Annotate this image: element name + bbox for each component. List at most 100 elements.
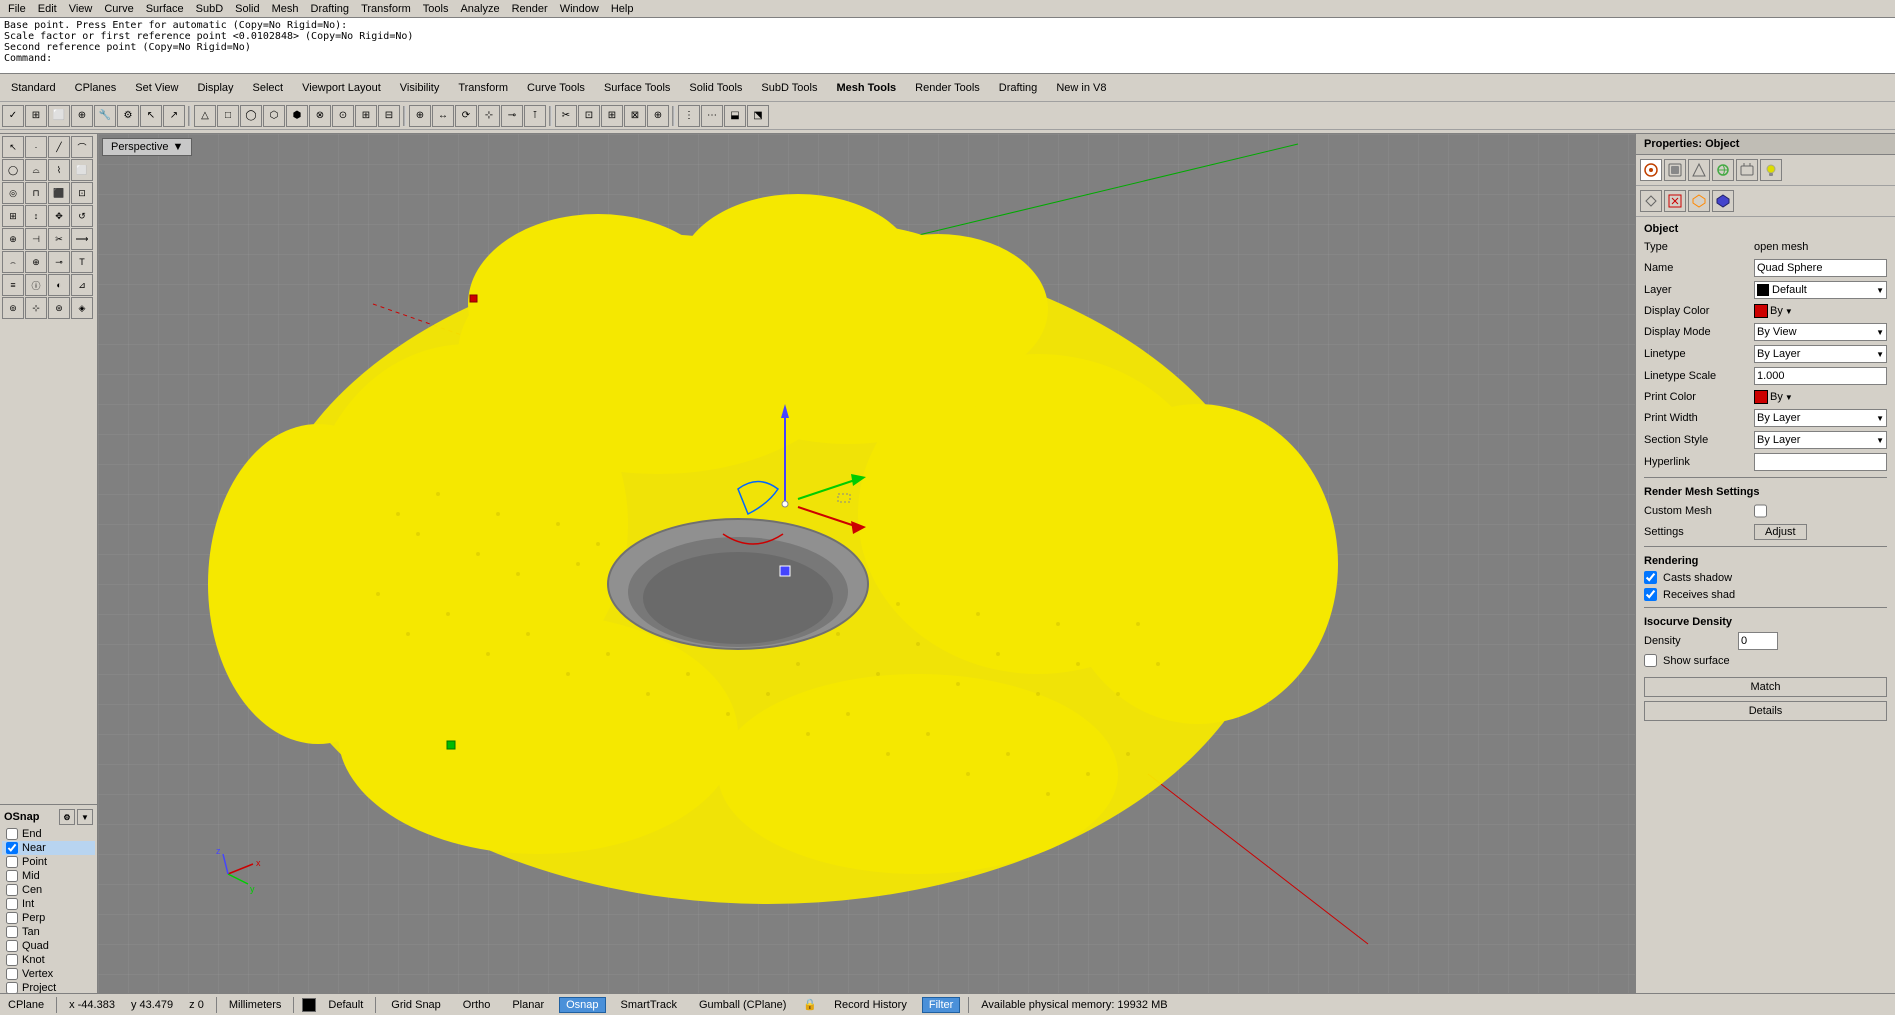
menu-subd[interactable]: SubD: [190, 3, 230, 15]
menu-solid[interactable]: Solid: [229, 3, 265, 15]
tab-transform[interactable]: Transform: [449, 79, 517, 97]
tool-circle[interactable]: ◯: [2, 159, 24, 181]
prop-icon-extra4[interactable]: [1712, 190, 1734, 212]
tab-rendertools[interactable]: Render Tools: [906, 79, 989, 97]
osnap-tan[interactable]: Tan: [2, 925, 95, 939]
toolbar-btn-12[interactable]: ⬢: [286, 105, 308, 127]
canvas-3d[interactable]: x y z: [98, 134, 1635, 1011]
tab-drafting[interactable]: Drafting: [990, 79, 1047, 97]
tool-arc[interactable]: ⌓: [25, 159, 47, 181]
toolbar-btn-10[interactable]: ◯: [240, 105, 262, 127]
toolbar-btn-27[interactable]: ⊕: [647, 105, 669, 127]
prop-linetype-scale-value[interactable]: 1.000: [1754, 367, 1887, 385]
menu-transform[interactable]: Transform: [355, 3, 417, 15]
menu-curve[interactable]: Curve: [98, 3, 139, 15]
osnap-end-check[interactable]: [6, 828, 18, 840]
tool-extrude[interactable]: ⊡: [71, 182, 93, 204]
toolbar-btn-31[interactable]: ⬔: [747, 105, 769, 127]
osnap-filter-btn[interactable]: ▼: [77, 809, 93, 825]
tool-extra2[interactable]: ⊛: [48, 297, 70, 319]
prop-hyperlink-value[interactable]: [1754, 453, 1887, 471]
tab-display[interactable]: Display: [188, 79, 242, 97]
osnap-knot[interactable]: Knot: [2, 953, 95, 967]
prop-icon-light[interactable]: [1760, 159, 1782, 181]
display-color-swatch[interactable]: [1754, 304, 1768, 318]
menu-view[interactable]: View: [63, 3, 99, 15]
toolbar-btn-15[interactable]: ⊞: [355, 105, 377, 127]
toolbar-btn-5[interactable]: ⚙: [117, 105, 139, 127]
tool-box[interactable]: ⬜: [71, 159, 93, 181]
osnap-int[interactable]: Int: [2, 897, 95, 911]
status-ortho[interactable]: Ortho: [456, 997, 498, 1013]
osnap-quad-check[interactable]: [6, 940, 18, 952]
tool-cylinder[interactable]: ⊓: [25, 182, 47, 204]
prop-icon-extra3[interactable]: [1688, 190, 1710, 212]
menu-help[interactable]: Help: [605, 3, 640, 15]
toolbar-btn-28[interactable]: ⋮: [678, 105, 700, 127]
toolbar-btn-30[interactable]: ⬓: [724, 105, 746, 127]
prop-name-value[interactable]: Quad Sphere: [1754, 259, 1887, 277]
print-color-swatch[interactable]: [1754, 390, 1768, 404]
toolbar-btn-18[interactable]: ↔: [432, 105, 454, 127]
print-color-dropdown[interactable]: ▼: [1785, 393, 1793, 402]
osnap-vertex-check[interactable]: [6, 968, 18, 980]
prop-print-color-value[interactable]: By ▼: [1754, 390, 1887, 404]
status-filter[interactable]: Filter: [922, 997, 960, 1013]
osnap-mid[interactable]: Mid: [2, 869, 95, 883]
prop-display-mode-value[interactable]: By View ▼: [1754, 323, 1887, 341]
show-surface-check[interactable]: [1644, 654, 1657, 667]
tab-standard[interactable]: Standard: [2, 79, 65, 97]
tab-setview[interactable]: Set View: [126, 79, 187, 97]
tool-scale[interactable]: ⊕: [2, 228, 24, 250]
prop-icon-material[interactable]: [1664, 159, 1686, 181]
toolbar-btn-2[interactable]: ⬜: [48, 105, 70, 127]
custom-mesh-check[interactable]: [1754, 502, 1767, 520]
osnap-cen[interactable]: Cen: [2, 883, 95, 897]
menu-render[interactable]: Render: [506, 3, 554, 15]
status-grid-snap[interactable]: Grid Snap: [384, 997, 448, 1013]
osnap-tan-check[interactable]: [6, 926, 18, 938]
toolbar-btn-16[interactable]: ⊟: [378, 105, 400, 127]
tool-line[interactable]: ╱: [48, 136, 70, 158]
tab-newinv8[interactable]: New in V8: [1047, 79, 1115, 97]
tab-select[interactable]: Select: [244, 79, 293, 97]
details-button[interactable]: Details: [1644, 701, 1887, 721]
osnap-point[interactable]: Point: [2, 855, 95, 869]
tool-polyline[interactable]: ⌇: [48, 159, 70, 181]
tab-viewport[interactable]: Viewport Layout: [293, 79, 390, 97]
osnap-end[interactable]: End: [2, 827, 95, 841]
toolbar-btn-14[interactable]: ⊙: [332, 105, 354, 127]
prop-print-width-value[interactable]: By Layer ▼: [1754, 409, 1887, 427]
osnap-perp-check[interactable]: [6, 912, 18, 924]
menu-analyze[interactable]: Analyze: [454, 3, 505, 15]
receives-shad-check[interactable]: [1644, 588, 1657, 601]
tool-transform[interactable]: ↕: [25, 205, 47, 227]
toolbar-btn-23[interactable]: ✂: [555, 105, 577, 127]
prop-icon-decal[interactable]: [1736, 159, 1758, 181]
toolbar-btn-20[interactable]: ⊹: [478, 105, 500, 127]
toolbar-btn-9[interactable]: □: [217, 105, 239, 127]
viewport[interactable]: Perspective ▼: [98, 134, 1635, 1011]
tool-snap[interactable]: ⊚: [2, 297, 24, 319]
status-record-history[interactable]: Record History: [827, 997, 914, 1013]
osnap-perp[interactable]: Perp: [2, 911, 95, 925]
menu-drafting[interactable]: Drafting: [305, 3, 356, 15]
tool-layer[interactable]: ≡: [2, 274, 24, 296]
toolbar-btn-17[interactable]: ⊕: [409, 105, 431, 127]
status-smarttrack[interactable]: SmartTrack: [614, 997, 684, 1013]
tool-point[interactable]: ·: [25, 136, 47, 158]
tool-dim[interactable]: ⊸: [48, 251, 70, 273]
tool-curve[interactable]: ⌒: [71, 136, 93, 158]
prop-linetype-value[interactable]: By Layer ▼: [1754, 345, 1887, 363]
prop-icon-environment[interactable]: [1712, 159, 1734, 181]
toolbar-btn-19[interactable]: ⟳: [455, 105, 477, 127]
tab-surfacetools[interactable]: Surface Tools: [595, 79, 679, 97]
tab-subdtools[interactable]: SubD Tools: [752, 79, 826, 97]
toolbar-btn-29[interactable]: ⋯: [701, 105, 723, 127]
toolbar-btn-7[interactable]: ↗: [163, 105, 185, 127]
status-gumball[interactable]: Gumball (CPlane): [692, 997, 793, 1013]
tool-move[interactable]: ✥: [48, 205, 70, 227]
tool-extra3[interactable]: ◈: [71, 297, 93, 319]
tool-extend[interactable]: ⟶: [71, 228, 93, 250]
toolbar-btn-25[interactable]: ⊞: [601, 105, 623, 127]
